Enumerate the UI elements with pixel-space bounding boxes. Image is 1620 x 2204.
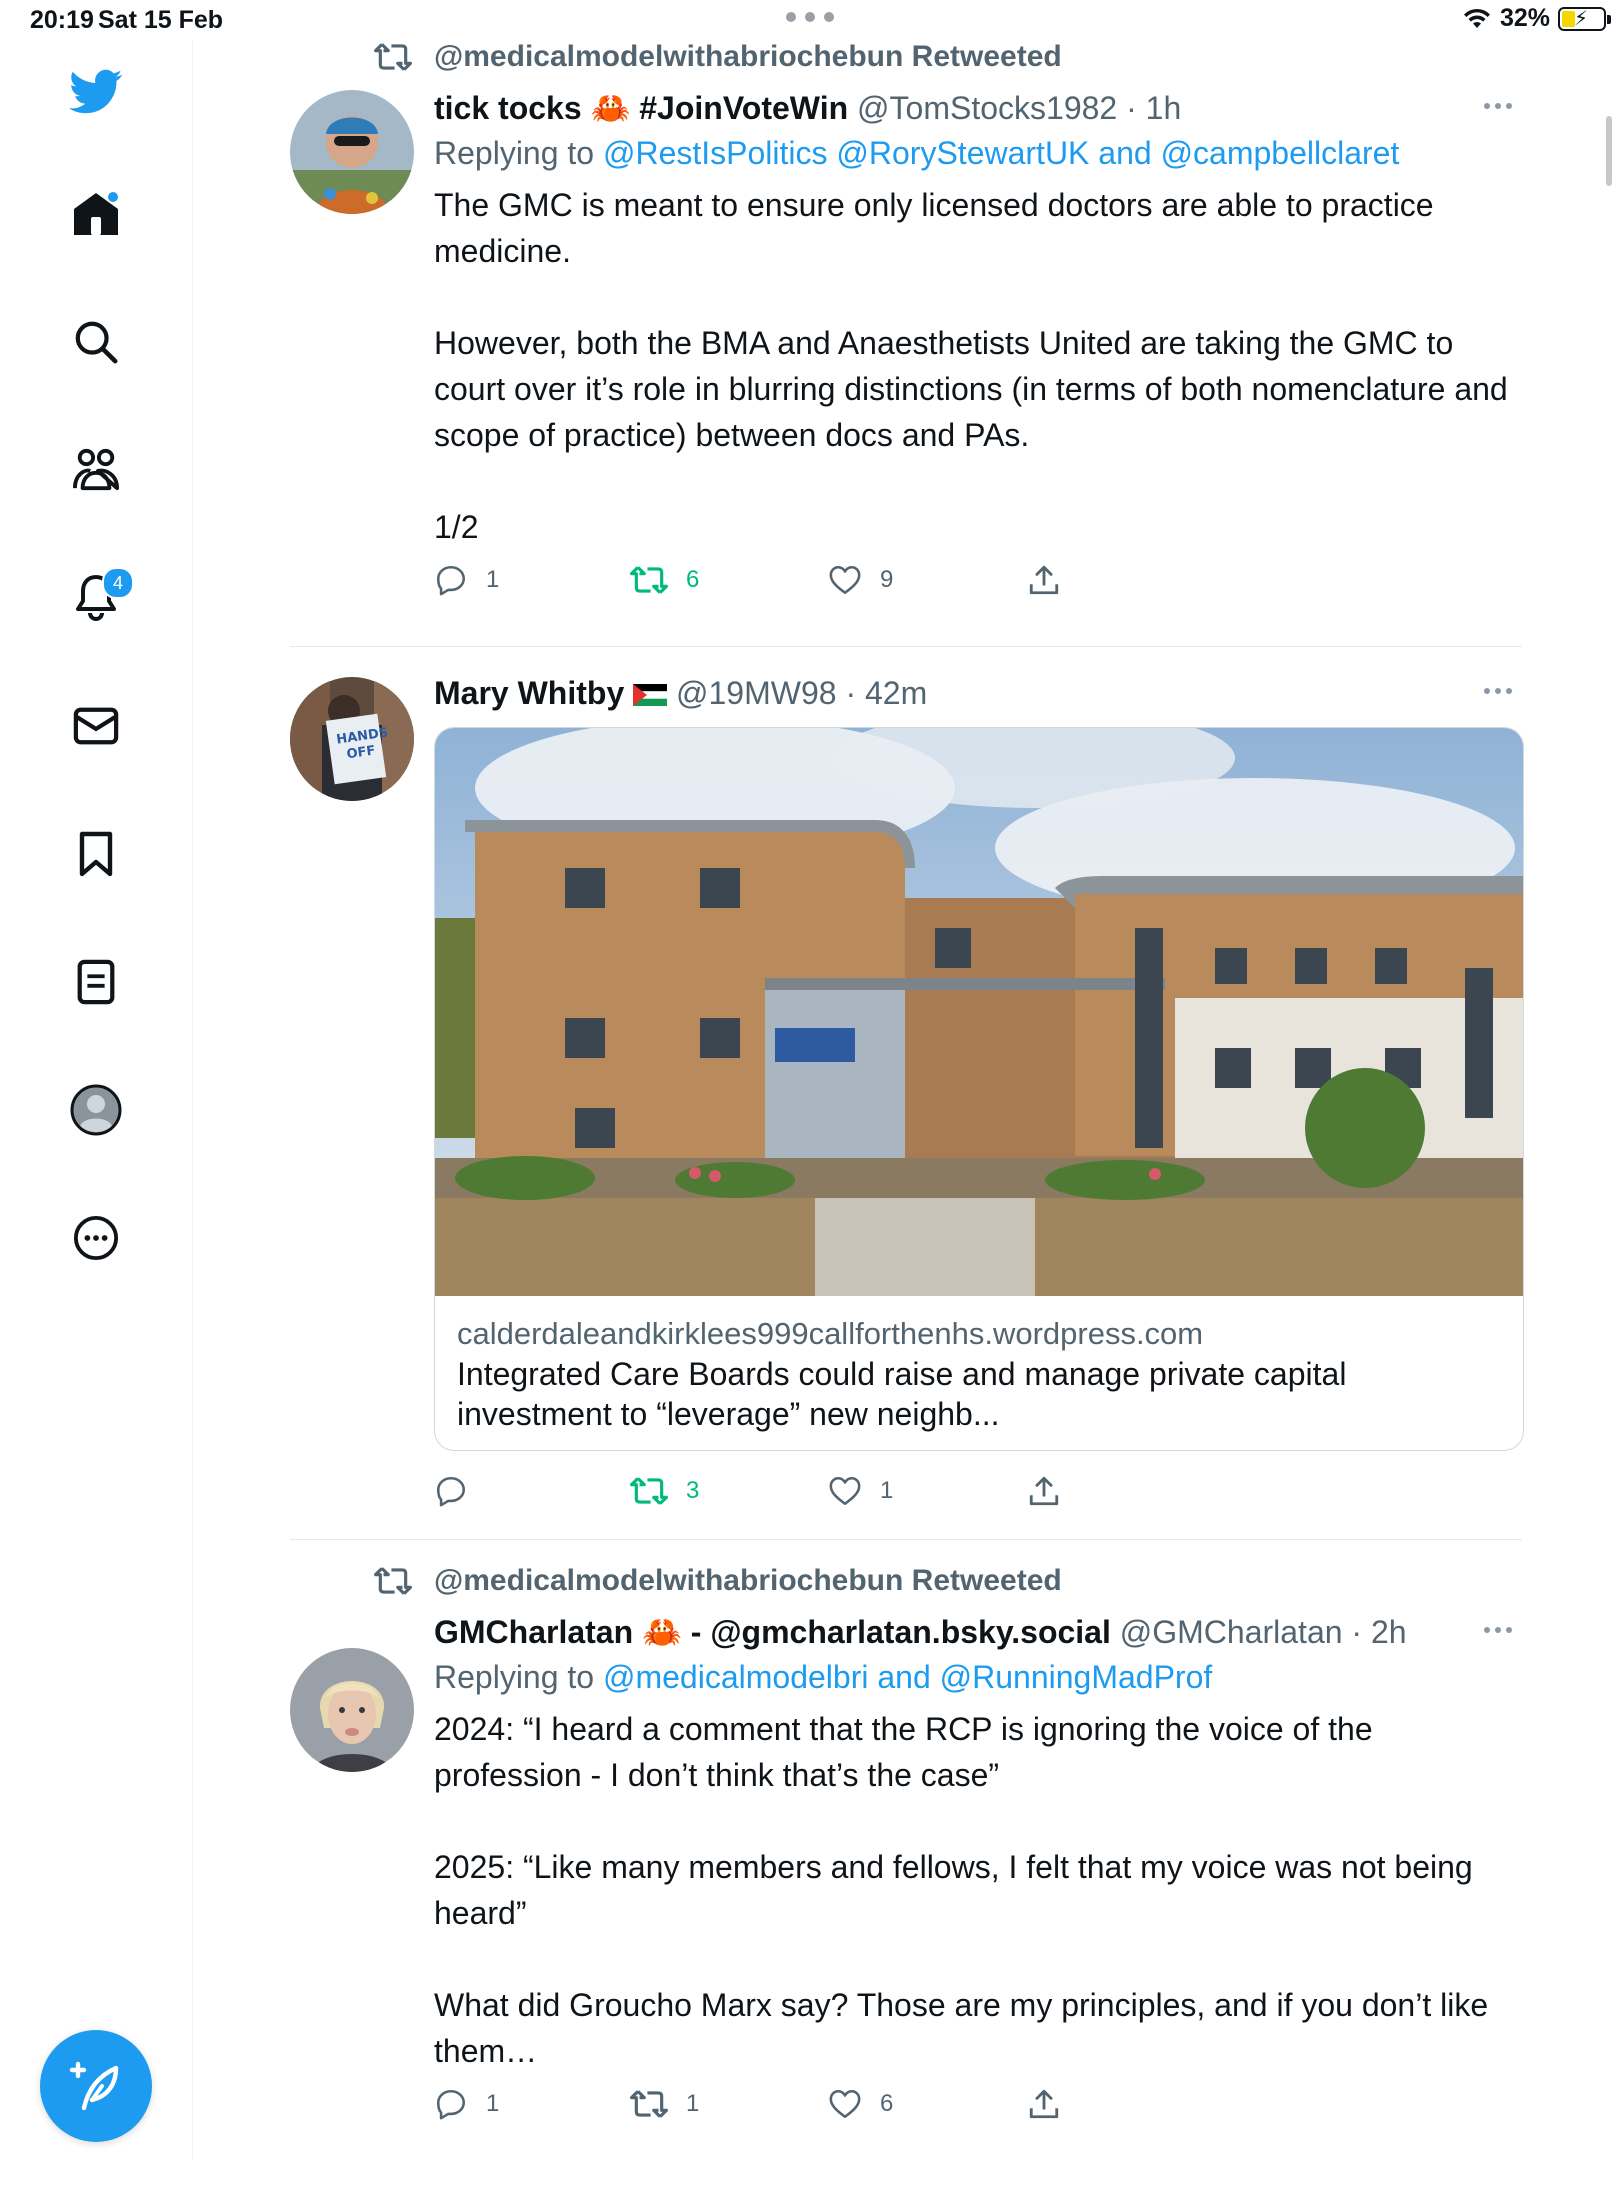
wifi-icon [1463, 8, 1490, 28]
tweet[interactable]: @medicalmodelwithabriochebun Retweeted t… [290, 40, 1522, 647]
retweet-icon [630, 566, 668, 594]
battery-icon: ⚡ [1558, 6, 1611, 31]
lists-icon[interactable] [64, 950, 128, 1014]
tweet[interactable]: @medicalmodelwithabriochebun Retweeted G… [290, 1564, 1522, 2204]
share-icon [1029, 565, 1059, 595]
like-button[interactable]: 9 [828, 560, 893, 600]
tweet[interactable]: HANDS OFF Mary Whitby @19MW98 · 42m cald… [290, 647, 1524, 1540]
tweet-text: The GMC is meant to ensure only licensed… [434, 187, 1508, 545]
avatar[interactable] [290, 90, 414, 214]
crab-emoji-icon: 🦀 [642, 1614, 682, 1650]
tweet-header: tick tocks 🦀 #JoinVoteWin @TomStocks1982… [434, 86, 1522, 130]
retweet-icon [630, 1477, 668, 1505]
share-button[interactable] [1028, 560, 1060, 600]
retweet-count: 1 [686, 2090, 700, 2117]
replying-to: Replying to @medicalmodelbri and @Runnin… [434, 1659, 1213, 1695]
reply-count: 1 [486, 566, 500, 593]
display-name-suffix[interactable]: - @gmcharlatan.bsky.social [682, 1614, 1111, 1650]
home-unread-dot [108, 192, 118, 202]
like-count: 1 [880, 1477, 894, 1504]
tweet-actions: 1 6 9 [434, 560, 1522, 620]
palestine-flag-icon [633, 684, 668, 706]
retweet-icon [374, 1567, 412, 1595]
share-icon [1029, 2089, 1059, 2119]
display-name-suffix[interactable]: #JoinVoteWin [630, 90, 848, 126]
sidebar-nav: 4 [0, 40, 193, 2160]
reply-button[interactable] [434, 1471, 486, 1511]
display-name[interactable]: tick tocks [434, 90, 582, 126]
handle-timestamp[interactable]: @GMCharlatan · 2h [1120, 1614, 1407, 1650]
home-icon[interactable] [64, 182, 128, 246]
communities-icon[interactable] [64, 437, 128, 501]
link-preview-image [435, 728, 1523, 1296]
avatar[interactable] [290, 1648, 414, 1772]
tweet-actions: 3 1 [434, 1471, 1522, 1531]
retweet-icon [374, 43, 412, 71]
link-domain: calderdaleandkirklees999callforthenhs.wo… [457, 1316, 1204, 1351]
handle-timestamp[interactable]: @TomStocks1982 · 1h [857, 90, 1181, 126]
tweet-header: GMCharlatan 🦀 - @gmcharlatan.bsky.social… [434, 1610, 1522, 1654]
reply-icon [436, 1476, 466, 1507]
scrollbar-thumb[interactable] [1606, 116, 1612, 186]
battery-percent: 32% [1499, 4, 1550, 32]
profile-avatar-icon[interactable] [64, 1078, 128, 1142]
share-button[interactable] [1028, 1471, 1060, 1511]
compose-tweet-button[interactable] [40, 2030, 152, 2142]
like-button[interactable]: 6 [828, 2084, 893, 2124]
reply-icon [436, 565, 466, 596]
twitter-logo-icon[interactable] [64, 60, 128, 124]
tweet-actions: 1 1 6 [434, 2084, 1522, 2144]
tweet-text: 2024: “I heard a comment that the RCP is… [434, 1711, 1489, 2069]
search-icon[interactable] [64, 310, 128, 374]
link-title: Integrated Care Boards could raise and m… [457, 1356, 1347, 1432]
like-button[interactable]: 1 [828, 1471, 893, 1511]
retweet-count: 6 [686, 566, 700, 593]
crab-emoji-icon: 🦀 [590, 90, 631, 126]
timeline-feed: @medicalmodelwithabriochebun Retweeted t… [290, 40, 1524, 2204]
more-options-icon[interactable] [1474, 671, 1522, 711]
retweet-button[interactable]: 1 [630, 2084, 699, 2124]
heart-icon [829, 2089, 861, 2119]
reply-icon [436, 2089, 466, 2120]
reply-button[interactable]: 1 [434, 560, 499, 600]
notifications-bell-icon[interactable]: 4 [64, 565, 134, 629]
share-button[interactable] [1028, 2084, 1060, 2124]
display-name[interactable]: Mary Whitby [434, 675, 624, 711]
messages-envelope-icon[interactable] [64, 694, 128, 758]
replying-to-links[interactable]: @medicalmodelbri and @RunningMadProf [603, 1659, 1212, 1695]
retweet-button[interactable]: 6 [630, 560, 699, 600]
status-time: 20:19 [30, 6, 94, 34]
status-bar: 20:19 Sat 15 Feb 32% ⚡ [0, 0, 1620, 40]
heart-icon [829, 1476, 861, 1506]
handle-timestamp[interactable]: @19MW98 · 42m [676, 675, 927, 711]
compose-feather-icon [69, 2061, 119, 2111]
replying-to-links[interactable]: @RestIsPolitics @RoryStewartUK and @camp… [603, 135, 1399, 171]
bookmark-icon[interactable] [64, 822, 128, 886]
display-name[interactable]: GMCharlatan [434, 1614, 633, 1650]
retweet-icon [630, 2090, 668, 2118]
heart-icon [829, 565, 861, 595]
notifications-badge: 4 [102, 567, 134, 599]
retweeted-by-label[interactable]: @medicalmodelwithabriochebun Retweeted [434, 1564, 1062, 1598]
retweeted-by-label[interactable]: @medicalmodelwithabriochebun Retweeted [434, 40, 1062, 74]
like-count: 9 [880, 566, 894, 593]
avatar[interactable]: HANDS OFF [290, 677, 414, 801]
like-count: 6 [880, 2090, 894, 2117]
more-options-icon[interactable] [1474, 86, 1522, 126]
multitasking-dots-icon[interactable] [786, 12, 834, 24]
link-preview-card[interactable]: calderdaleandkirklees999callforthenhs.wo… [434, 727, 1524, 1451]
tweet-header: Mary Whitby @19MW98 · 42m [434, 671, 1522, 715]
more-options-icon[interactable] [64, 1206, 128, 1270]
share-icon [1029, 1476, 1059, 1506]
replying-to: Replying to @RestIsPolitics @RoryStewart… [434, 135, 1400, 171]
reply-button[interactable]: 1 [434, 2084, 499, 2124]
status-date: Sat 15 Feb [98, 6, 224, 34]
reply-count: 1 [486, 2090, 500, 2117]
more-options-icon[interactable] [1474, 1610, 1522, 1650]
retweet-button[interactable]: 3 [630, 1471, 699, 1511]
retweet-count: 3 [686, 1477, 700, 1504]
